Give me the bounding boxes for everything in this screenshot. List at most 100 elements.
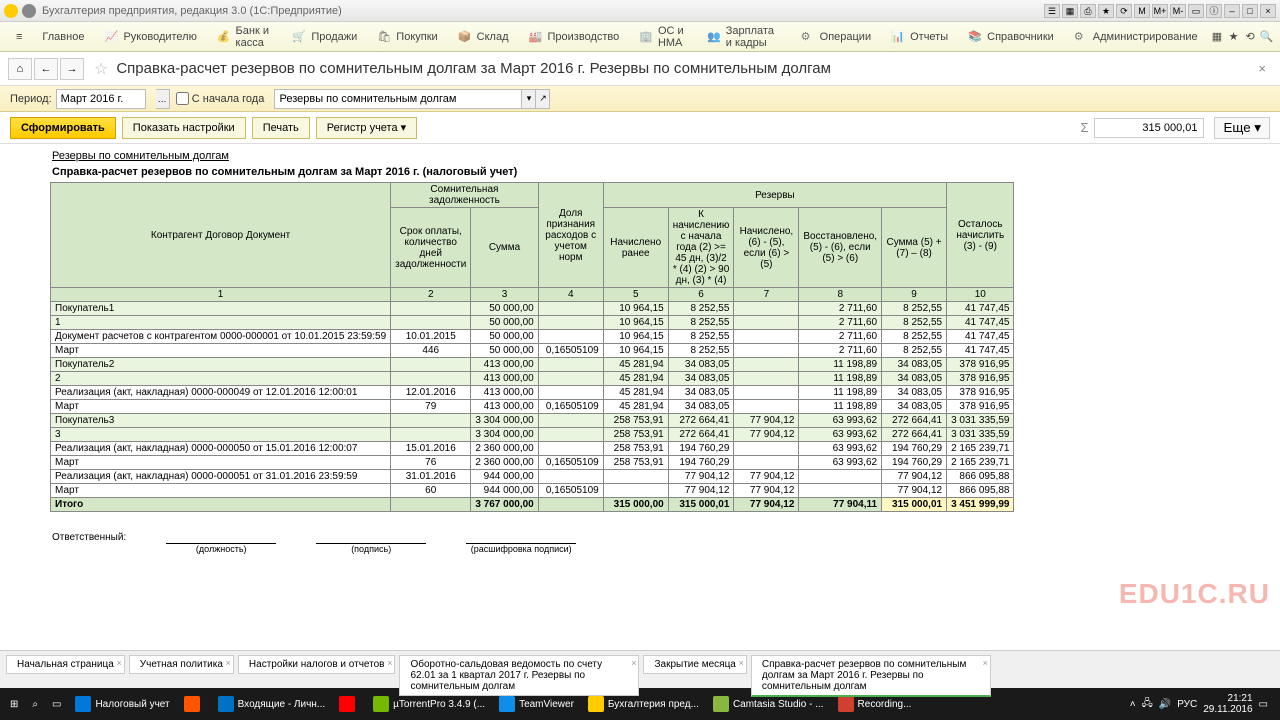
tool-icon[interactable]: M+ xyxy=(1152,4,1168,18)
bottom-tab[interactable]: Начальная страница× xyxy=(6,655,125,674)
taskview-button[interactable]: ▭ xyxy=(46,690,67,718)
type-dropdown-button[interactable]: ▾ xyxy=(522,89,536,109)
bottom-tab[interactable]: Закрытие месяца× xyxy=(643,655,746,674)
menu-warehouse[interactable]: 📦Склад xyxy=(448,22,519,51)
table-row[interactable]: Итого3 767 000,00315 000,00315 000,0177 … xyxy=(51,498,1014,512)
table-row[interactable]: 2413 000,0045 281,9434 083,0511 198,8934… xyxy=(51,372,1014,386)
bottom-tab[interactable]: Оборотно-сальдовая ведомость по счету 62… xyxy=(399,655,639,696)
close-icon[interactable]: × xyxy=(226,658,231,668)
table-row[interactable]: Документ расчетов с контрагентом 0000-00… xyxy=(51,330,1014,344)
tray-network-icon[interactable]: 🖧 xyxy=(1142,696,1153,713)
tray-lang[interactable]: РУС xyxy=(1177,699,1197,710)
table-row[interactable]: Реализация (акт, накладная) 0000-000049 … xyxy=(51,386,1014,400)
start-button[interactable]: ⊞ xyxy=(4,690,24,718)
menu-sales[interactable]: 🛒Продажи xyxy=(282,22,367,51)
register-button[interactable]: Регистр учета ▾ xyxy=(316,117,417,139)
table-row[interactable]: 150 000,0010 964,158 252,552 711,608 252… xyxy=(51,316,1014,330)
th-term: Срок оплаты, количество дней задолженнос… xyxy=(391,208,471,288)
table-row[interactable]: Реализация (акт, накладная) 0000-000050 … xyxy=(51,442,1014,456)
th-num: 6 xyxy=(668,288,734,302)
menu-operations[interactable]: ⚙Операции xyxy=(791,22,881,51)
taskbar-item[interactable]: Входящие - Личн... xyxy=(212,690,332,718)
hamburger-icon[interactable]: ≡ xyxy=(6,22,32,51)
taskbar-item[interactable] xyxy=(178,690,210,718)
table-row[interactable]: Покупатель2413 000,0045 281,9434 083,051… xyxy=(51,358,1014,372)
system-tray[interactable]: ˄ 🖧 🔊 РУС 21:21 29.11.2016 ▭ xyxy=(1122,693,1276,715)
tray-notifications-icon[interactable]: ▭ xyxy=(1259,699,1268,710)
period-picker-button[interactable]: … xyxy=(156,89,170,109)
bottom-tab[interactable]: Настройки налогов и отчетов× xyxy=(238,655,396,674)
table-row[interactable]: Март44650 000,000,1650510910 964,158 252… xyxy=(51,344,1014,358)
maximize-icon[interactable]: □ xyxy=(1242,4,1258,18)
bottom-tab[interactable]: Справка-расчет резервов по сомнительным … xyxy=(751,655,991,697)
history-icon[interactable]: ⟲ xyxy=(1243,26,1258,48)
since-begin-checkbox[interactable] xyxy=(176,92,189,105)
table-row[interactable]: 33 304 000,00258 753,91272 664,4177 904,… xyxy=(51,428,1014,442)
back-button[interactable]: ← xyxy=(34,58,58,80)
menu-bank[interactable]: 💰Банк и касса xyxy=(207,22,283,51)
sign-head: Ответственный: xyxy=(52,532,126,543)
close-icon[interactable]: × xyxy=(983,658,988,668)
tool-icon[interactable]: ☰ xyxy=(1044,4,1060,18)
report-subhead: Резервы по сомнительным долгам xyxy=(52,150,1280,162)
close-icon[interactable]: × xyxy=(117,658,122,668)
more-button[interactable]: Еще ▾ xyxy=(1214,117,1270,139)
close-tab-button[interactable]: × xyxy=(1252,61,1272,76)
table-row[interactable]: Покупатель150 000,0010 964,158 252,552 7… xyxy=(51,302,1014,316)
help-icon[interactable]: ⓘ xyxy=(1206,4,1222,18)
close-icon[interactable]: × xyxy=(1260,4,1276,18)
th-num: 4 xyxy=(538,288,603,302)
forward-button[interactable]: → xyxy=(60,58,84,80)
tool-icon[interactable]: ⎙ xyxy=(1080,4,1096,18)
tool-icon[interactable]: ▭ xyxy=(1188,4,1204,18)
report-type-input[interactable] xyxy=(274,89,522,109)
tool-icon[interactable]: M xyxy=(1134,4,1150,18)
menu-admin[interactable]: ⚙Администрирование xyxy=(1064,22,1208,51)
form-button[interactable]: Сформировать xyxy=(10,117,116,139)
tool-icon[interactable]: ★ xyxy=(1098,4,1114,18)
menu-manager[interactable]: 📈Руководителю xyxy=(94,22,206,51)
type-open-button[interactable]: ↗ xyxy=(536,89,550,109)
table-row[interactable]: Март762 360 000,000,16505109258 753,9119… xyxy=(51,456,1014,470)
th-num: 3 xyxy=(471,288,538,302)
settings-button[interactable]: Показать настройки xyxy=(122,117,246,139)
table-row[interactable]: Март79413 000,000,1650510945 281,9434 08… xyxy=(51,400,1014,414)
close-icon[interactable]: × xyxy=(387,658,392,668)
tool-icon[interactable]: M- xyxy=(1170,4,1186,18)
menu-main[interactable]: Главное xyxy=(32,22,94,51)
report-area: Резервы по сомнительным долгам Справка-р… xyxy=(0,144,1280,650)
total-field[interactable] xyxy=(1094,118,1204,138)
dropdown-icon[interactable] xyxy=(22,4,36,18)
menu-purchases[interactable]: 🛍Покупки xyxy=(367,22,447,51)
close-icon[interactable]: × xyxy=(631,658,636,668)
menu-production[interactable]: 🏭Производство xyxy=(519,22,630,51)
star-icon[interactable]: ★ xyxy=(1226,26,1241,48)
menu-salary[interactable]: 👥Зарплата и кадры xyxy=(697,22,791,51)
menu-assets[interactable]: 🏢ОС и НМА xyxy=(629,22,697,51)
grid-icon[interactable]: ▦ xyxy=(1210,26,1225,48)
taskbar-item[interactable] xyxy=(333,690,365,718)
th-remain: Осталось начислить (3) - (9) xyxy=(947,183,1014,288)
print-button[interactable]: Печать xyxy=(252,117,310,139)
close-icon[interactable]: × xyxy=(739,658,744,668)
favorite-star-icon[interactable]: ☆ xyxy=(94,59,108,79)
tool-icon[interactable]: ▦ xyxy=(1062,4,1078,18)
table-row[interactable]: Реализация (акт, накладная) 0000-000051 … xyxy=(51,470,1014,484)
report-title: Справка-расчет резервов по сомнительным … xyxy=(52,166,1280,178)
bottom-tab[interactable]: Учетная политика× xyxy=(129,655,234,674)
period-label: Период: xyxy=(10,93,52,105)
home-button[interactable]: ⌂ xyxy=(8,58,32,80)
minimize-icon[interactable]: – xyxy=(1224,4,1240,18)
period-input[interactable] xyxy=(56,89,146,109)
menu-refs[interactable]: 📚Справочники xyxy=(958,22,1064,51)
menu-reports[interactable]: 📊Отчеты xyxy=(881,22,958,51)
search-button[interactable]: ⌕ xyxy=(26,690,44,718)
tray-chevron-icon[interactable]: ˄ xyxy=(1130,699,1136,710)
tool-icon[interactable]: ⟳ xyxy=(1116,4,1132,18)
tray-volume-icon[interactable]: 🔊 xyxy=(1159,699,1171,710)
table-row[interactable]: Покупатель33 304 000,00258 753,91272 664… xyxy=(51,414,1014,428)
tray-clock[interactable]: 21:21 29.11.2016 xyxy=(1203,693,1252,715)
search-icon[interactable]: 🔍 xyxy=(1259,26,1274,48)
taskbar-item[interactable]: Налоговый учет xyxy=(69,690,175,718)
table-row[interactable]: Март60944 000,000,1650510977 904,1277 90… xyxy=(51,484,1014,498)
